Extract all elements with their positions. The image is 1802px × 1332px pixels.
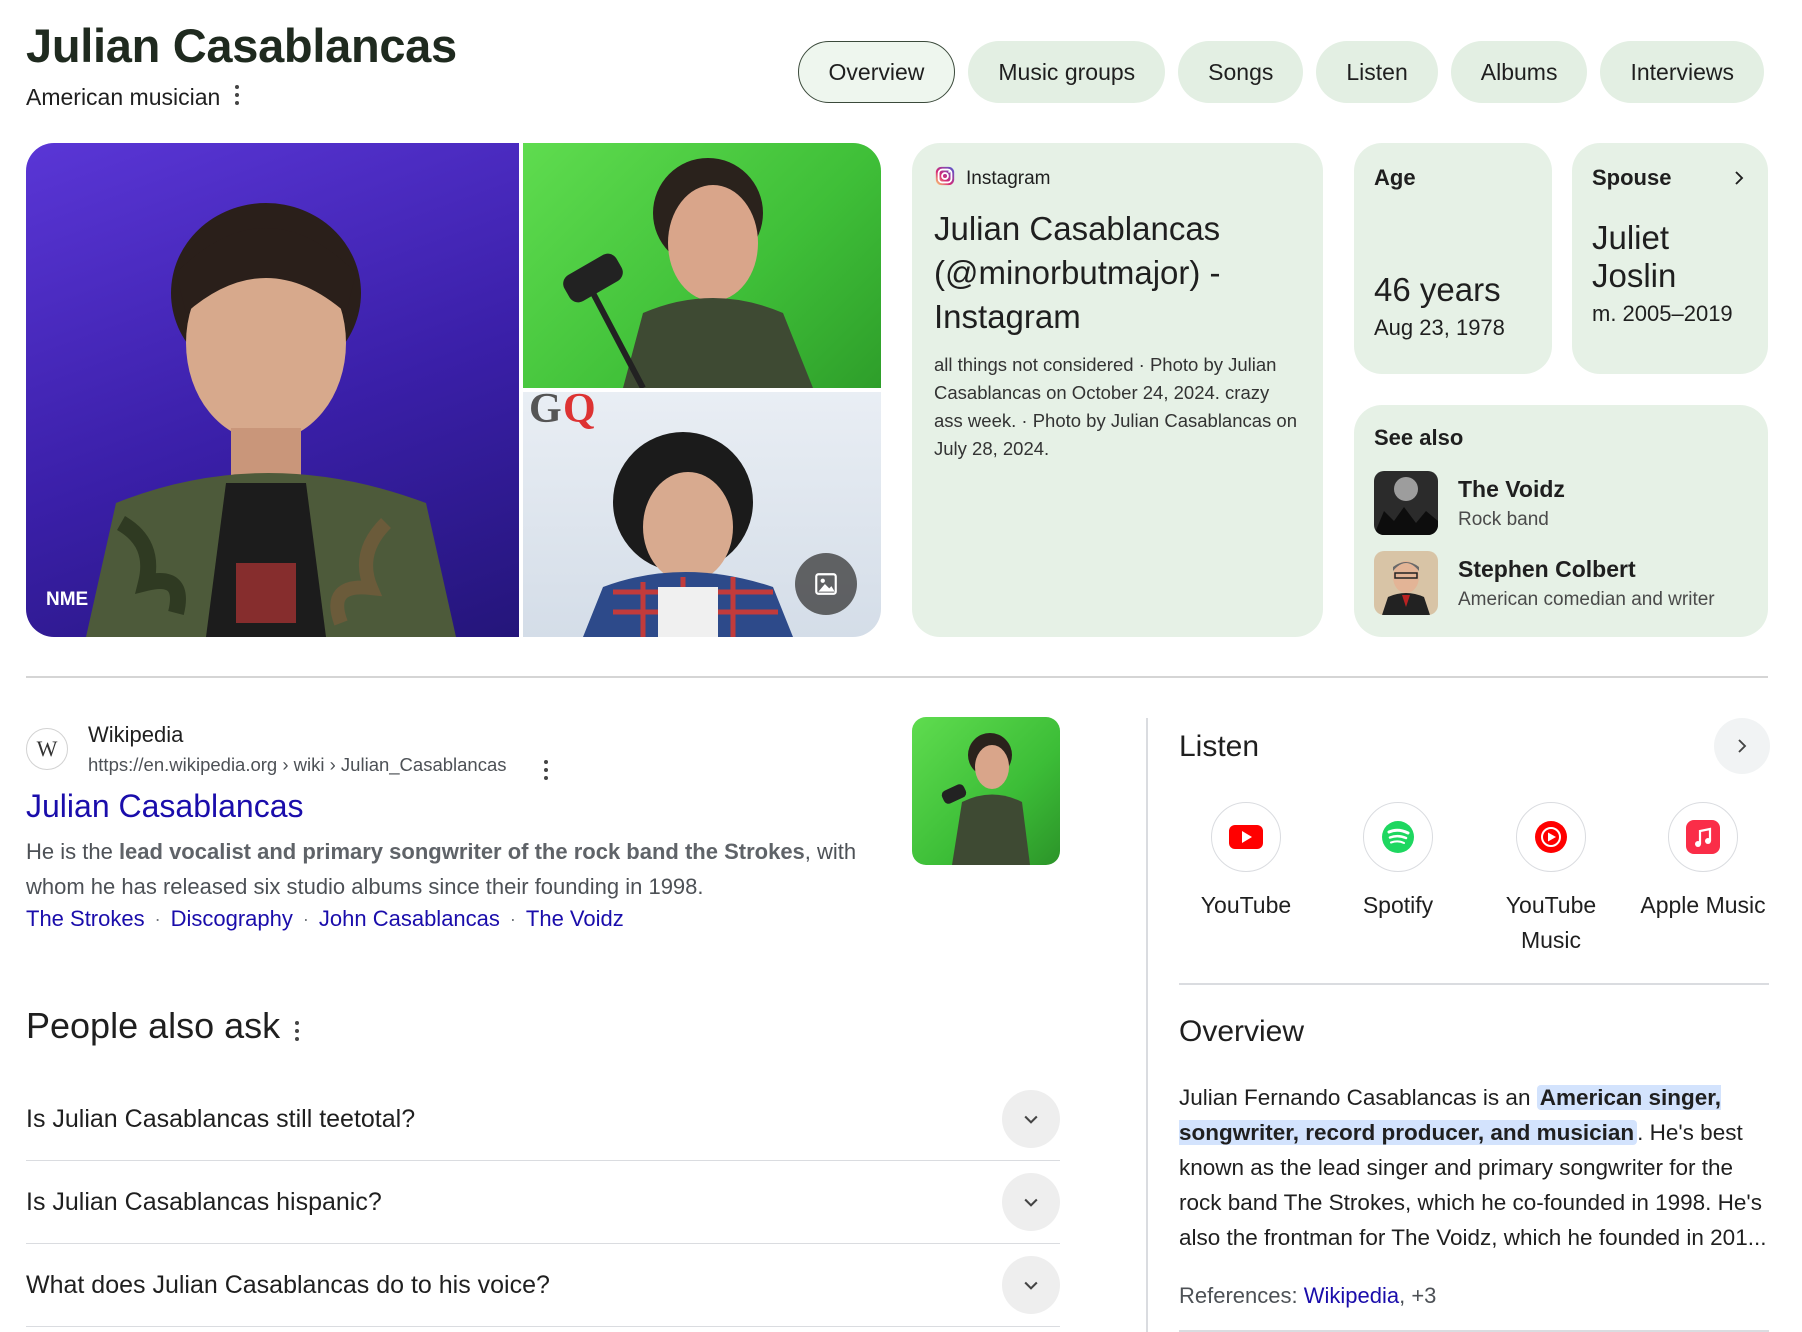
section-divider xyxy=(1179,1330,1769,1332)
service-label: Spotify xyxy=(1362,892,1434,918)
chevron-right-icon xyxy=(1735,171,1744,185)
age-value: 46 years xyxy=(1374,271,1501,308)
result-snippet: He is the lead vocalist and primary song… xyxy=(26,839,857,899)
result-sitelinks: The Strokes · Discography · John Casabla… xyxy=(26,906,624,932)
instagram-source: Instagram xyxy=(966,168,1051,189)
svg-text:G: G xyxy=(529,392,562,432)
listen-youtube-music[interactable]: YouTube Music xyxy=(1476,802,1626,958)
sitelink[interactable]: The Voidz xyxy=(526,906,624,932)
paa-question[interactable]: Is Julian Casablancas hispanic? xyxy=(26,1161,1060,1244)
column-divider xyxy=(1146,718,1148,1332)
sitelink-separator: · xyxy=(302,908,309,929)
image-collage: NME G Q xyxy=(26,143,881,637)
chevron-down-icon[interactable] xyxy=(1002,1256,1060,1314)
photo-singing[interactable] xyxy=(523,143,881,388)
listen-title: Listen xyxy=(1179,730,1260,763)
entity-tabs: Overview Music groups Songs Listen Album… xyxy=(797,41,1764,103)
more-options-icon[interactable] xyxy=(234,85,240,105)
image-credit: NME xyxy=(46,589,89,610)
photo-gq[interactable]: G Q xyxy=(523,392,881,637)
age-card: Age 46 years Aug 23, 1978 xyxy=(1354,143,1552,374)
see-also-name[interactable]: The Voidz xyxy=(1458,476,1565,503)
paa-question[interactable]: What does Julian Casablancas do to his v… xyxy=(26,1244,1060,1327)
section-divider xyxy=(1179,983,1769,985)
sitelink[interactable]: Discography xyxy=(171,906,293,932)
paa-question-text: Is Julian Casablancas still teetotal? xyxy=(26,1104,416,1133)
result-options-icon[interactable] xyxy=(543,760,549,780)
image-gallery-button[interactable] xyxy=(795,553,857,615)
main-photo[interactable]: NME xyxy=(26,143,519,637)
sitelink-separator: · xyxy=(154,908,161,929)
tab-overview[interactable]: Overview xyxy=(797,41,956,103)
apple-music-icon[interactable] xyxy=(1668,802,1738,872)
spouse-card[interactable]: Spouse Juliet Joslin m. 2005–2019 xyxy=(1572,143,1768,374)
see-also-item[interactable]: Stephen Colbert American comedian and wr… xyxy=(1374,551,1748,615)
youtube-icon[interactable] xyxy=(1211,802,1281,872)
instagram-title[interactable]: Julian Casablancas (@minorbutmajor) - In… xyxy=(934,207,1301,339)
chevron-right-icon xyxy=(1738,739,1747,753)
listen-youtube[interactable]: YouTube xyxy=(1171,802,1321,923)
see-also-item[interactable]: The Voidz Rock band xyxy=(1374,471,1748,535)
tab-listen[interactable]: Listen xyxy=(1316,41,1438,103)
see-also-title: See also xyxy=(1374,425,1464,450)
reference-link[interactable]: Wikipedia xyxy=(1304,1283,1399,1308)
tab-interviews[interactable]: Interviews xyxy=(1600,41,1764,103)
tab-songs[interactable]: Songs xyxy=(1178,41,1304,103)
paa-options-icon[interactable] xyxy=(294,1021,300,1041)
instagram-description: all things not considered · Photo by Jul… xyxy=(934,354,1298,459)
image-icon xyxy=(815,573,837,595)
result-title[interactable]: Julian Casablancas xyxy=(26,788,304,825)
overview-text: Julian Fernando Casablancas is an Americ… xyxy=(1179,1085,1767,1250)
listen-next-button[interactable] xyxy=(1714,718,1770,774)
marriage-dates: m. 2005–2019 xyxy=(1592,301,1733,326)
paa-question[interactable]: Is Julian Casablancas still teetotal? xyxy=(26,1078,1060,1161)
wikipedia-favicon: W xyxy=(26,728,68,770)
sitelink[interactable]: John Casablancas xyxy=(319,906,500,932)
entity-title: Julian Casablancas xyxy=(26,19,457,72)
see-also-name[interactable]: Stephen Colbert xyxy=(1458,556,1715,583)
tab-albums[interactable]: Albums xyxy=(1450,41,1588,103)
tab-music-groups[interactable]: Music groups xyxy=(968,41,1166,103)
overview-references: References: Wikipedia, +3 xyxy=(1179,1283,1437,1308)
sitelink-separator: · xyxy=(509,908,516,929)
overview-title: Overview xyxy=(1179,1015,1305,1048)
see-also-desc: American comedian and writer xyxy=(1458,588,1715,610)
sitelink[interactable]: The Strokes xyxy=(26,906,145,932)
service-label: YouTube Music xyxy=(1505,892,1597,953)
spouse-name: Juliet Joslin xyxy=(1592,219,1677,294)
the-voidz-thumbnail xyxy=(1374,471,1438,535)
instagram-card[interactable]: Instagram Julian Casablancas (@minorbutm… xyxy=(912,143,1323,637)
age-label: Age xyxy=(1374,165,1416,190)
see-also-card: See also The Voidz Rock band Stephen Col… xyxy=(1354,405,1768,637)
service-label: YouTube xyxy=(1200,892,1292,918)
stephen-colbert-thumbnail xyxy=(1374,551,1438,615)
paa-question-text: What does Julian Casablancas do to his v… xyxy=(26,1270,550,1299)
section-divider xyxy=(26,676,1768,678)
see-also-desc: Rock band xyxy=(1458,508,1549,530)
birth-date: Aug 23, 1978 xyxy=(1374,315,1505,340)
spouse-label: Spouse xyxy=(1592,165,1672,190)
listen-spotify[interactable]: Spotify xyxy=(1323,802,1473,923)
svg-text:Q: Q xyxy=(563,392,596,432)
chevron-down-icon[interactable] xyxy=(1002,1090,1060,1148)
youtube-music-icon[interactable] xyxy=(1516,802,1586,872)
result-site-name[interactable]: Wikipedia xyxy=(88,722,183,748)
people-also-ask-title: People also ask xyxy=(26,1005,281,1046)
spotify-icon[interactable] xyxy=(1363,802,1433,872)
paa-question-text: Is Julian Casablancas hispanic? xyxy=(26,1187,382,1216)
chevron-down-icon[interactable] xyxy=(1002,1173,1060,1231)
listen-apple-music[interactable]: Apple Music xyxy=(1628,802,1778,923)
result-url[interactable]: https://en.wikipedia.org › wiki › Julian… xyxy=(88,754,507,776)
service-label: Apple Music xyxy=(1640,892,1766,918)
entity-subtitle: American musician xyxy=(26,84,221,110)
result-thumbnail[interactable] xyxy=(912,717,1060,865)
instagram-icon xyxy=(934,165,956,193)
